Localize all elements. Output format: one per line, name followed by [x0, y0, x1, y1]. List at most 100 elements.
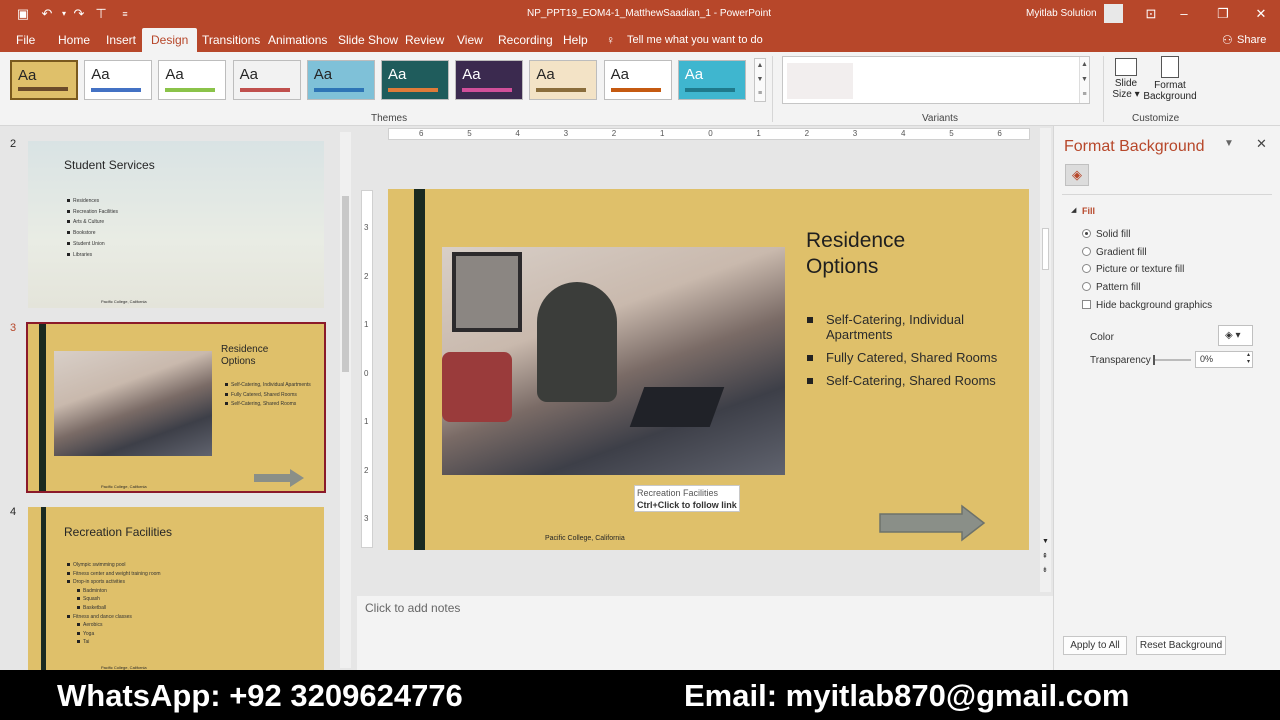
current-slide[interactable]: Residence Options Self-Catering, Individ…	[388, 189, 1029, 550]
redo-icon[interactable]: ↷	[70, 5, 88, 23]
themes-scroll[interactable]: ▲ ▼ ≡	[754, 58, 766, 102]
fill-section-header[interactable]: Fill	[1082, 206, 1095, 216]
notes-pane[interactable]: Click to add notes	[357, 596, 1053, 670]
avatar[interactable]	[1104, 4, 1123, 23]
slide-title-2[interactable]: Options	[806, 255, 878, 279]
tab-animations[interactable]: Animations	[268, 28, 327, 52]
variant-preview[interactable]	[787, 63, 853, 99]
gradient-fill-radio[interactable]	[1082, 247, 1091, 256]
divider	[1062, 194, 1272, 195]
tab-transitions[interactable]: Transitions	[202, 28, 260, 52]
notes-placeholder[interactable]: Click to add notes	[365, 601, 460, 615]
spinner-icon[interactable]: ▴ ▾	[1247, 352, 1250, 366]
tab-insert[interactable]: Insert	[106, 28, 136, 52]
solid-fill-radio[interactable]	[1082, 229, 1091, 238]
share-button[interactable]: Share	[1237, 28, 1266, 52]
thumb-bullet: Self-Catering, Shared Rooms	[224, 401, 297, 407]
restore-icon[interactable]: ❐	[1214, 5, 1232, 23]
slide-scrollbar[interactable]: ▼ ⇞ ⇟	[1040, 128, 1051, 592]
tab-home[interactable]: Home	[58, 28, 90, 52]
theme-sample-text: Aa	[165, 66, 184, 83]
slide-title[interactable]: Residence	[806, 229, 905, 253]
undo-icon[interactable]: ↶	[38, 5, 56, 23]
slide-bullet[interactable]: Self-Catering, Individual Apartments	[807, 312, 996, 342]
format-background-button[interactable]: Format Background	[1143, 56, 1197, 112]
previous-slide-icon[interactable]: ⇞	[1042, 552, 1048, 560]
picture-fill-radio[interactable]	[1082, 264, 1091, 273]
slide-thumbnail-2[interactable]: Student Services Residences Recreation Fa…	[28, 141, 324, 308]
ruler-tick-label: 2	[611, 129, 617, 138]
collapse-icon[interactable]: ◢	[1071, 206, 1076, 214]
paint-bucket-icon: ◈	[1225, 330, 1233, 341]
thumb-photo	[54, 351, 212, 456]
theme-sample-text: Aa	[239, 66, 258, 83]
pattern-fill-label[interactable]: Pattern fill	[1096, 282, 1140, 293]
theme-thumbnail[interactable]: Aa	[677, 60, 746, 100]
transparency-input[interactable]: 0% ▴ ▾	[1195, 351, 1253, 368]
pattern-fill-radio[interactable]	[1082, 282, 1091, 291]
transparency-slider[interactable]	[1153, 355, 1191, 365]
panel-close-icon[interactable]: ✕	[1256, 136, 1267, 152]
thumb-bullet: Squash	[77, 596, 100, 603]
slide-bullet[interactable]: Self-Catering, Shared Rooms	[807, 373, 1006, 388]
thumb-bullet: Tai	[76, 639, 90, 646]
solid-fill-label[interactable]: Solid fill	[1096, 229, 1130, 240]
theme-thumbnail[interactable]: Aa	[232, 60, 301, 100]
scrollbar-thumb[interactable]	[1042, 228, 1049, 270]
theme-thumbnail[interactable]: Aa	[306, 60, 375, 100]
save-icon[interactable]: ▣	[14, 5, 32, 23]
picture-fill-label[interactable]: Picture or texture fill	[1096, 264, 1184, 275]
tab-design[interactable]: Design	[142, 28, 198, 52]
minimize-icon[interactable]: –	[1175, 5, 1193, 23]
tab-slide-show[interactable]: Slide Show	[338, 28, 398, 52]
slide-photo[interactable]	[442, 247, 785, 475]
theme-thumbnail[interactable]: Aa	[529, 60, 598, 100]
slide-footer[interactable]: Pacific College, California	[545, 535, 625, 542]
theme-thumbnail[interactable]: Aa	[10, 60, 78, 100]
slider-handle[interactable]	[1153, 355, 1155, 365]
slide-size-button[interactable]: Slide Size ▾	[1108, 56, 1144, 112]
theme-thumbnail[interactable]: Aa	[158, 60, 227, 100]
ribbon-display-icon[interactable]: ⊡	[1142, 5, 1160, 23]
thumbnails-scrollbar[interactable]	[340, 132, 351, 668]
theme-sample-text: Aa	[536, 66, 555, 83]
tell-me-search[interactable]: Tell me what you want to do	[627, 28, 763, 52]
customize-qat-icon[interactable]: ≡	[116, 5, 134, 23]
close-icon[interactable]: ✕	[1252, 5, 1270, 23]
hide-bg-checkbox[interactable]	[1082, 300, 1091, 309]
fill-category-icon[interactable]: ◈	[1065, 164, 1089, 186]
thumb-bullet: Residences	[66, 198, 100, 204]
slide-thumbnail-4[interactable]: Recreation Facilities Olympic swimming p…	[28, 507, 324, 670]
slide-bullet[interactable]: Fully Catered, Shared Rooms	[807, 350, 1006, 365]
scroll-down-icon[interactable]: ▼	[1042, 538, 1049, 545]
gradient-fill-label[interactable]: Gradient fill	[1096, 247, 1147, 258]
slide-thumbnail-3[interactable]: Residence Options Self-Catering, Individ…	[26, 322, 326, 493]
slide-arrow[interactable]	[878, 504, 986, 542]
color-picker[interactable]: ◈ ▾	[1218, 325, 1253, 346]
reset-background-button[interactable]: Reset Background	[1136, 636, 1226, 655]
theme-sample-text: Aa	[684, 66, 704, 83]
theme-thumbnail[interactable]: Aa	[84, 60, 153, 100]
slide-size-label-2: Size ▾	[1112, 89, 1140, 100]
tab-view[interactable]: View	[457, 28, 483, 52]
theme-thumbnail[interactable]: Aa	[603, 60, 672, 100]
ruler-tick-label: 1	[364, 417, 369, 426]
scrollbar-thumb[interactable]	[342, 196, 349, 372]
variants-scroll[interactable]: ▲ ▼ ≡	[1079, 57, 1089, 103]
variants-gallery[interactable]: ▲ ▼ ≡	[782, 56, 1090, 104]
user-name[interactable]: Myitlab Solution	[1026, 8, 1097, 19]
tab-file[interactable]: File	[16, 28, 35, 52]
theme-thumbnail[interactable]: Aa	[455, 60, 524, 100]
panel-options-icon[interactable]: ▼	[1224, 138, 1234, 149]
theme-color-bar	[610, 88, 661, 92]
tab-review[interactable]: Review	[405, 28, 444, 52]
next-slide-icon[interactable]: ⇟	[1042, 566, 1048, 574]
color-label: Color	[1090, 332, 1114, 343]
email-contact: Email: myitlab870@gmail.com	[684, 678, 1130, 713]
present-icon[interactable]: ⊤	[92, 5, 110, 23]
tab-help[interactable]: Help	[563, 28, 588, 52]
hide-bg-label[interactable]: Hide background graphics	[1096, 300, 1212, 311]
apply-to-all-button[interactable]: Apply to All	[1063, 636, 1127, 655]
tab-recording[interactable]: Recording	[498, 28, 553, 52]
theme-thumbnail[interactable]: Aa	[381, 60, 449, 100]
